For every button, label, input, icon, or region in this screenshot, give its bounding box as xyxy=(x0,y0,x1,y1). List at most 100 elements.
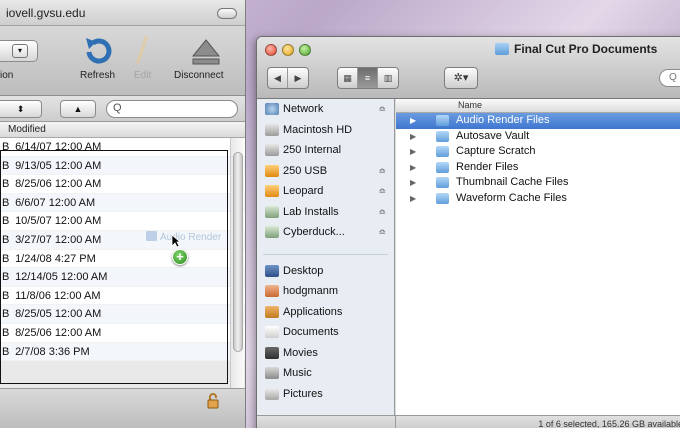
refresh-button[interactable] xyxy=(78,34,118,71)
zoom-button[interactable] xyxy=(299,44,311,56)
sidebar-item[interactable]: Cyberduck... ≏ xyxy=(257,222,394,243)
modified-cell: 12/14/05 12:00 AM xyxy=(15,271,108,284)
sidebar-item[interactable]: hodgmanm xyxy=(257,281,394,302)
sidebar-item[interactable]: Music xyxy=(257,363,394,384)
size-cell: B xyxy=(2,178,10,191)
eject-icon[interactable]: ≏ xyxy=(378,222,386,243)
list-item[interactable]: ▶ Autosave Vault xyxy=(396,129,680,145)
scrollbar-thumb[interactable] xyxy=(233,152,243,352)
path-popup-button[interactable]: ⬍ xyxy=(0,100,42,118)
forward-button[interactable]: ▶ xyxy=(288,68,308,88)
sidebar-item[interactable]: 250 USB ≏ xyxy=(257,161,394,182)
modified-cell: 11/8/06 12:00 AM xyxy=(15,289,101,302)
sidebar-item[interactable]: Lab Installs ≏ xyxy=(257,202,394,223)
external-drive-icon xyxy=(265,164,279,177)
lock-icon[interactable] xyxy=(206,393,220,409)
list-item[interactable]: ▶ Waveform Cache Files xyxy=(396,191,680,207)
disk-image-icon xyxy=(265,226,279,238)
table-row[interactable]: B 8/25/06 12:00 AM xyxy=(0,324,245,343)
table-row[interactable]: B 12/14/05 12:00 AM xyxy=(0,268,245,287)
table-row[interactable]: B 1/24/08 4:27 PM xyxy=(0,250,245,269)
sidebar-item[interactable]: Movies xyxy=(257,343,394,364)
table-row[interactable]: B 9/13/05 12:00 AM xyxy=(0,156,245,176)
left-nav-bar: ⬍ ▲ Q xyxy=(0,96,245,122)
size-cell: B xyxy=(2,196,10,209)
minimize-button[interactable] xyxy=(282,44,294,56)
folder-icon xyxy=(436,161,449,173)
list-view-button[interactable]: ≡ xyxy=(358,68,378,88)
sidebar-item[interactable]: Leopard ≏ xyxy=(257,181,394,202)
toolbar-toggle-button[interactable] xyxy=(217,8,237,19)
disclosure-triangle-icon[interactable]: ▶ xyxy=(410,191,416,207)
music-icon xyxy=(265,367,279,379)
hard-drive-icon xyxy=(265,144,279,156)
list-item[interactable]: ▶ Audio Render Files xyxy=(396,113,680,129)
back-button[interactable]: ◀ xyxy=(268,68,288,88)
folder-icon xyxy=(436,177,449,188)
remote-file-list: B 6/14/07 12:00 AM B 9/13/05 12:00 AM B 8/… xyxy=(0,138,245,362)
eject-icon[interactable]: ≏ xyxy=(378,202,386,223)
finder-window: Final Cut Pro Documents ◀ ▶ ▦ ≡ ▥ ✲▾ Q N… xyxy=(256,36,680,428)
up-arrow-icon: ▲ xyxy=(73,104,83,114)
sidebar-item[interactable]: Network ≏ xyxy=(257,99,394,120)
list-item[interactable]: ▶ Render Files xyxy=(396,160,680,176)
connection-popup-button[interactable]: ▾ xyxy=(0,40,38,62)
disclosure-triangle-icon[interactable]: ▶ xyxy=(410,144,416,160)
table-row[interactable]: B 6/6/07 12:00 AM xyxy=(0,193,245,213)
name-column-header[interactable]: Name xyxy=(396,99,680,113)
folder-icon xyxy=(436,130,449,142)
eject-icon[interactable]: ≏ xyxy=(378,161,386,182)
size-cell: B xyxy=(2,252,10,265)
sidebar-item[interactable]: Applications xyxy=(257,302,394,323)
left-vertical-scrollbar[interactable] xyxy=(230,138,244,388)
finder-sidebar: Network ≏ Macintosh HD 250 Internal 250 USB ≏… xyxy=(257,99,395,428)
list-item[interactable]: ▶ Capture Scratch xyxy=(396,144,680,160)
size-cell: B xyxy=(2,308,10,321)
disconnect-button[interactable] xyxy=(186,34,226,71)
edit-button[interactable] xyxy=(132,34,152,71)
modified-cell: 10/5/07 12:00 AM xyxy=(15,215,102,228)
action-menu-button[interactable]: ✲▾ xyxy=(444,67,478,89)
size-cell: B xyxy=(2,289,10,302)
table-row[interactable]: B 8/25/05 12:00 AM xyxy=(0,305,245,324)
sidebar-item[interactable]: Desktop xyxy=(257,261,394,282)
table-row[interactable]: B 11/8/06 12:00 AM xyxy=(0,287,245,306)
parent-folder-button[interactable]: ▲ xyxy=(60,100,96,118)
table-row[interactable]: B 2/7/08 3:36 PM xyxy=(0,342,245,362)
sidebar-item-label: Macintosh HD xyxy=(283,123,353,136)
size-cell: B xyxy=(2,215,10,228)
list-item[interactable]: ▶ Thumbnail Cache Files xyxy=(396,175,680,191)
sidebar-item-label: Documents xyxy=(283,326,339,338)
disclosure-triangle-icon[interactable]: ▶ xyxy=(410,160,416,176)
filter-search-input[interactable]: Q xyxy=(106,100,238,118)
table-row[interactable]: B 8/25/06 12:00 AM xyxy=(0,175,245,194)
connection-label: ion xyxy=(0,70,14,81)
table-row[interactable]: B 10/5/07 12:00 AM xyxy=(0,212,245,231)
sidebar-item[interactable]: Macintosh HD xyxy=(257,120,394,141)
file-name: Render Files xyxy=(456,160,519,173)
column-view-button[interactable]: ▥ xyxy=(378,68,398,88)
sidebar-item[interactable]: Documents xyxy=(257,322,394,343)
eject-icon[interactable]: ≏ xyxy=(378,181,386,202)
size-cell: B xyxy=(2,345,10,358)
sidebar-item-label: 250 Internal xyxy=(283,144,342,156)
modified-column-header[interactable]: Modified xyxy=(0,122,245,138)
icon-view-button[interactable]: ▦ xyxy=(338,68,358,88)
eject-icon xyxy=(191,39,221,65)
eject-icon[interactable]: ≏ xyxy=(378,99,386,120)
close-button[interactable] xyxy=(265,44,277,56)
folder-icon xyxy=(495,43,509,55)
disclosure-triangle-icon[interactable]: ▶ xyxy=(410,175,416,191)
file-name: Autosave Vault xyxy=(456,129,530,142)
finder-search-input[interactable]: Q xyxy=(659,69,680,87)
sidebar-item[interactable]: Pictures xyxy=(257,384,394,405)
desktop-icon xyxy=(265,264,279,277)
sidebar-item-label: Lab Installs xyxy=(283,205,339,218)
file-name: Thumbnail Cache Files xyxy=(456,176,569,188)
table-row[interactable]: B 6/14/07 12:00 AM xyxy=(0,138,245,157)
mouse-pointer-icon xyxy=(171,234,181,248)
disclosure-triangle-icon[interactable]: ▶ xyxy=(410,113,416,129)
chevron-updown-icon: ▾ xyxy=(12,44,28,58)
sidebar-item[interactable]: 250 Internal xyxy=(257,140,394,161)
disclosure-triangle-icon[interactable]: ▶ xyxy=(410,129,416,145)
